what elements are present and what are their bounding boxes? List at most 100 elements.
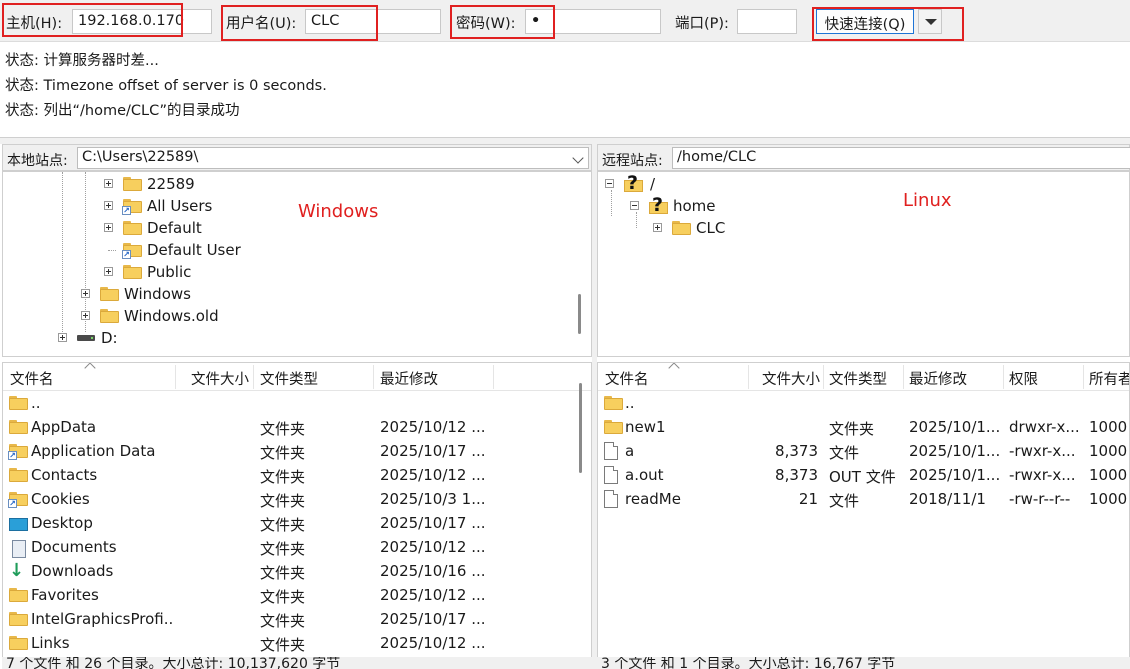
table-row[interactable]: ..: [598, 392, 1129, 416]
file-modified: 2025/10/12 ...: [380, 634, 486, 652]
folder-icon: [9, 420, 28, 434]
table-row[interactable]: a.out 8,373 OUT 文件 2025/10/1... -rwxr-x... 10…: [598, 464, 1129, 488]
expand-icon[interactable]: [58, 333, 67, 342]
tree-label: D:: [101, 329, 118, 347]
file-type: 文件夹: [260, 444, 306, 462]
expand-icon[interactable]: [104, 179, 113, 188]
folder-shortcut-icon: ↗: [8, 444, 28, 460]
table-row[interactable]: a 8,373 文件 2025/10/1... -rwxr-x... 1000: [598, 440, 1129, 464]
file-modified: 2025/10/1...: [909, 418, 1001, 436]
table-row[interactable]: new1 文件夹 2025/10/1... drwxr-x... 1000: [598, 416, 1129, 440]
folder-icon: [604, 420, 623, 434]
remote-path-input[interactable]: /home/CLC: [672, 147, 1130, 169]
column-modified[interactable]: 最近修改: [909, 368, 967, 389]
local-status-bar: 7 个文件 和 26 个目录。大小总计: 10,137,620 字节: [2, 657, 592, 669]
local-tree-scrollbar[interactable]: [578, 294, 581, 334]
port-label: 端口(P):: [675, 16, 729, 32]
file-type: 文件: [829, 444, 860, 462]
table-row[interactable]: ↗ Cookies 文件夹 2025/10/3 1...: [3, 488, 591, 512]
host-input[interactable]: 192.168.0.170: [72, 9, 212, 34]
file-owner: 1000: [1089, 418, 1128, 436]
column-name[interactable]: 文件名: [605, 368, 649, 389]
log-text: Timezone offset of server is 0 seconds.: [43, 78, 327, 94]
expand-icon[interactable]: [653, 223, 662, 232]
column-separator[interactable]: [748, 365, 749, 389]
column-size[interactable]: 文件大小: [183, 368, 249, 389]
column-separator[interactable]: [1003, 365, 1004, 389]
expand-icon[interactable]: [104, 223, 113, 232]
file-size: 8,373: [775, 442, 818, 460]
file-owner: 1000: [1089, 466, 1128, 484]
file-modified: 2025/10/12 ...: [380, 466, 486, 484]
collapse-icon[interactable]: [630, 201, 639, 210]
table-row[interactable]: ↗ Application Data 文件夹 2025/10/17 ...: [3, 440, 591, 464]
folder-icon: [123, 265, 142, 279]
table-row[interactable]: AppData 文件夹 2025/10/12 ...: [3, 416, 591, 440]
tree-label: /: [650, 175, 656, 193]
tree-label: Default: [147, 219, 202, 237]
quickconnect-dropdown-icon[interactable]: [918, 9, 942, 34]
column-separator[interactable]: [175, 365, 176, 389]
log-line: 状态: 列出“/home/CLC”的目录成功: [5, 99, 240, 120]
file-owner: 1000: [1089, 490, 1128, 508]
collapse-icon[interactable]: [605, 179, 614, 188]
column-separator[interactable]: [903, 365, 904, 389]
remote-site-label: 远程站点:: [602, 153, 663, 169]
tree-guide: [611, 190, 612, 216]
table-row[interactable]: Links 文件夹 2025/10/12 ...: [3, 632, 591, 656]
file-name: Contacts: [31, 466, 98, 484]
column-modified[interactable]: 最近修改: [380, 368, 438, 389]
tree-guide: [62, 172, 63, 342]
port-input[interactable]: [737, 9, 797, 34]
column-owner[interactable]: 所有者: [1089, 368, 1129, 389]
column-separator[interactable]: [253, 365, 254, 389]
folder-icon: [604, 396, 623, 410]
table-row[interactable]: Favorites 文件夹 2025/10/12 ...: [3, 584, 591, 608]
local-file-scrollbar[interactable]: [579, 383, 582, 473]
table-row[interactable]: IntelGraphicsProfi... 文件夹 2025/10/17 ...: [3, 608, 591, 632]
file-permissions: -rw-r--r--: [1009, 490, 1071, 508]
file-type: OUT 文件: [829, 468, 896, 486]
remote-path-text: /home/CLC: [677, 149, 757, 165]
column-name[interactable]: 文件名: [10, 368, 54, 389]
file-icon: [604, 490, 618, 508]
expand-icon[interactable]: [81, 289, 90, 298]
expand-icon[interactable]: [104, 267, 113, 276]
drive-icon: [77, 335, 95, 341]
tree-label: Windows.old: [124, 307, 219, 325]
file-modified: 2018/11/1: [909, 490, 986, 508]
user-input[interactable]: CLC: [305, 9, 441, 34]
table-row[interactable]: ..: [3, 392, 591, 416]
tree-label: home: [673, 197, 716, 215]
column-size[interactable]: 文件大小: [754, 368, 820, 389]
remote-file-list: 文件名 文件大小 文件类型 最近修改 权限 所有者 .. new1 文件夹 2025/…: [597, 362, 1130, 669]
column-separator[interactable]: [373, 365, 374, 389]
remote-file-header: 文件名 文件大小 文件类型 最近修改 权限 所有者: [598, 363, 1129, 391]
file-type: 文件夹: [260, 468, 306, 486]
sort-up-icon: [84, 363, 96, 374]
file-type: 文件夹: [260, 516, 306, 534]
column-separator[interactable]: [493, 365, 494, 389]
table-row[interactable]: Desktop 文件夹 2025/10/17 ...: [3, 512, 591, 536]
column-type[interactable]: 文件类型: [829, 368, 887, 389]
table-row[interactable]: Contacts 文件夹 2025/10/12 ...: [3, 464, 591, 488]
quickconnect-button[interactable]: 快速连接(Q): [816, 9, 914, 34]
download-icon: ↓: [9, 560, 25, 581]
column-separator[interactable]: [823, 365, 824, 389]
table-row[interactable]: readMe 21 文件 2018/11/1 -rw-r--r-- 1000: [598, 488, 1129, 512]
local-status-text: 7 个文件 和 26 个目录。大小总计: 10,137,620 字节: [6, 657, 341, 669]
expand-icon[interactable]: [81, 311, 90, 320]
tree-label: Default User: [147, 241, 241, 259]
file-modified: 2025/10/16 ...: [380, 562, 486, 580]
column-separator[interactable]: [1083, 365, 1084, 389]
file-name: readMe: [625, 490, 681, 508]
expand-icon[interactable]: [104, 201, 113, 210]
password-input[interactable]: •: [525, 9, 661, 34]
column-permissions[interactable]: 权限: [1009, 368, 1038, 389]
local-path-input[interactable]: C:\Users\22589\: [77, 147, 589, 169]
log-line: 状态: 计算服务器时差...: [5, 49, 159, 70]
table-row[interactable]: ↓ Downloads 文件夹 2025/10/16 ...: [3, 560, 591, 584]
table-row[interactable]: Documents 文件夹 2025/10/12 ...: [3, 536, 591, 560]
column-type[interactable]: 文件类型: [260, 368, 318, 389]
chevron-down-icon[interactable]: [572, 152, 584, 164]
